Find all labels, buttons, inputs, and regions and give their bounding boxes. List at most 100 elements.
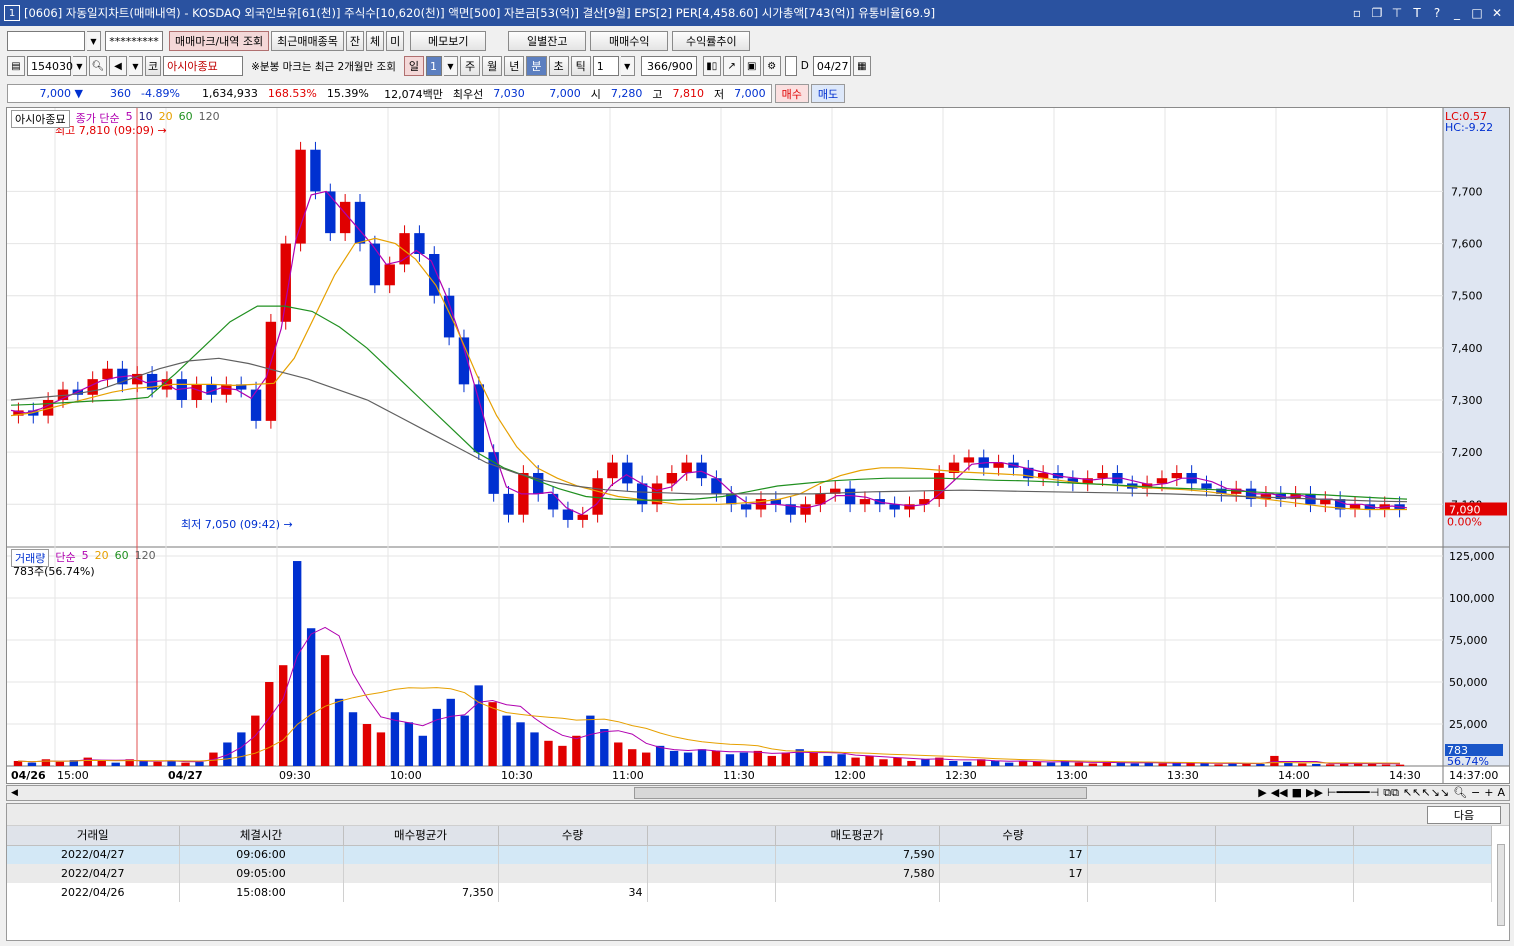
day-value-input[interactable]: 1 xyxy=(426,56,442,76)
executed-button[interactable]: 체 xyxy=(366,31,385,51)
table-row[interactable]: 2022/04/26 15:08:00 7,350 34 xyxy=(7,883,1492,902)
col-buy-qty[interactable]: 수량 xyxy=(498,826,648,846)
col-sell-avg[interactable]: 매도평균가 xyxy=(775,826,940,846)
memo-view-button[interactable]: 메모보기 xyxy=(410,31,487,51)
scrollbar-thumb[interactable] xyxy=(634,787,1087,799)
price-tick-label: 7,500 xyxy=(1451,290,1483,303)
chart-tool-icon[interactable]: ↗ xyxy=(722,56,741,76)
candle-body xyxy=(325,191,336,234)
scroll-right-icon[interactable]: ▶ xyxy=(1258,786,1266,800)
trade-mark-query-button[interactable]: 매매마크/내역 조회 xyxy=(169,31,270,51)
table-row[interactable]: 2022/04/27 09:06:00 7,590 17 xyxy=(7,845,1492,864)
return-trend-button[interactable]: 수익률추이 xyxy=(672,31,751,51)
speaker-icon[interactable]: ◀ xyxy=(109,56,127,76)
close-icon[interactable]: ✕ xyxy=(1490,6,1504,20)
window-number-badge[interactable]: 1 xyxy=(4,5,20,21)
next-button[interactable]: 다음 xyxy=(1427,805,1501,824)
volume-bar xyxy=(167,760,176,766)
drawing-tools-icon[interactable]: ↖↖↖↘↘ xyxy=(1403,786,1449,800)
period-month-tab[interactable]: 월 xyxy=(482,56,503,76)
period-day-tab[interactable]: 일 xyxy=(403,56,424,76)
volume-bar xyxy=(558,745,567,766)
col-buy-avg[interactable]: 매수평균가 xyxy=(343,826,499,846)
table-header-row: 거래일 체결시간 매수평균가 수량 매도평균가 수량 xyxy=(7,826,1492,846)
chart-area[interactable]: 7,1007,2007,3007,4007,5007,6007,70025,00… xyxy=(6,107,1510,784)
high-label: 고 xyxy=(652,87,663,101)
col-trade-date[interactable]: 거래일 xyxy=(7,826,180,846)
buy-button[interactable]: 매수 xyxy=(774,84,809,103)
col-sell-qty[interactable]: 수량 xyxy=(939,826,1088,846)
volume-bar xyxy=(907,760,916,766)
account-input[interactable] xyxy=(7,31,85,51)
recent-trade-stocks-button[interactable]: 최근매매종목 xyxy=(271,31,344,51)
cell-blank xyxy=(1215,883,1354,902)
text-icon[interactable]: T xyxy=(1410,6,1424,20)
date-input[interactable]: 04/27 xyxy=(812,56,851,76)
pin-icon[interactable]: ⊤ xyxy=(1390,6,1404,20)
calendar-icon[interactable]: ▦ xyxy=(852,56,871,76)
range-slider-icon[interactable]: ⊢━━━━━⊣ xyxy=(1327,786,1379,800)
speaker-dropdown-icon[interactable]: ▼ xyxy=(129,56,143,76)
zoom-icon[interactable]: 🔍︎ xyxy=(1453,786,1467,800)
stock-code-input[interactable]: 154030 xyxy=(27,56,73,76)
price-tick-label: 7,700 xyxy=(1451,185,1483,198)
sell-button[interactable]: 매도 xyxy=(810,84,846,103)
period-year-tab[interactable]: 년 xyxy=(504,56,525,76)
restore-group-icon[interactable]: ❐ xyxy=(1370,6,1384,20)
trade-profit-button[interactable]: 매매수익 xyxy=(590,31,669,51)
minute-value-input[interactable]: 1 xyxy=(592,56,619,76)
save-icon[interactable]: ▣ xyxy=(742,56,761,76)
time-tick-label: 13:30 xyxy=(1167,769,1199,782)
help-icon[interactable]: ? xyxy=(1430,6,1444,20)
volume-bar xyxy=(865,755,874,766)
price-legend-name[interactable]: 아시아종묘 xyxy=(11,110,70,128)
volume-bar xyxy=(1298,763,1307,766)
settings-gear-icon[interactable]: ⚙ xyxy=(762,56,781,76)
stock-search-icon[interactable]: ▤ xyxy=(7,56,25,76)
balance-button[interactable]: 잔 xyxy=(345,31,365,51)
cell-blank xyxy=(647,864,776,883)
password-input[interactable]: ********* xyxy=(105,31,163,51)
link-icon[interactable]: ▫ xyxy=(1350,6,1364,20)
chart-scrollbar[interactable]: ◀ ▶ ◀◀ ■ ▶▶ ⊢━━━━━⊣ ⧉⧉ ↖↖↖↘↘ 🔍︎ − + A xyxy=(6,785,1510,801)
rewind-icon[interactable]: ◀◀ xyxy=(1271,786,1288,800)
stop-icon[interactable]: ■ xyxy=(1292,786,1302,800)
candle-type-icon[interactable]: ▮▯ xyxy=(702,56,721,76)
day-dropdown-icon[interactable]: ▼ xyxy=(444,56,458,76)
daily-balance-button[interactable]: 일별잔고 xyxy=(508,31,587,51)
code-dropdown-icon[interactable]: ▼ xyxy=(73,56,87,76)
unexecuted-button[interactable]: 미 xyxy=(386,31,405,51)
volume-bar xyxy=(753,750,763,766)
chart-canvas[interactable]: 7,1007,2007,3007,4007,5007,6007,70025,00… xyxy=(7,108,1509,783)
last-volume-pct-label: 56.74% xyxy=(1447,755,1489,768)
table-row[interactable]: 2022/04/27 09:05:00 7,580 17 xyxy=(7,864,1492,883)
account-dropdown-icon[interactable]: ▼ xyxy=(87,31,101,51)
period-minute-tab[interactable]: 분 xyxy=(526,56,547,76)
minute-dropdown-icon[interactable]: ▼ xyxy=(620,56,635,76)
zoom-in-icon[interactable]: + xyxy=(1484,786,1493,800)
font-size-icon[interactable]: A xyxy=(1497,786,1505,800)
magnifier-icon[interactable]: 🔍︎ xyxy=(89,56,107,76)
volume-bar xyxy=(83,757,92,766)
count-field[interactable]: 366/900 xyxy=(640,56,697,76)
maximize-icon[interactable]: □ xyxy=(1470,6,1484,20)
period-week-tab[interactable]: 주 xyxy=(460,56,481,76)
period-second-tab[interactable]: 초 xyxy=(548,56,569,76)
volume-bar xyxy=(139,760,148,766)
forward-icon[interactable]: ▶▶ xyxy=(1306,786,1323,800)
candle-body xyxy=(265,321,277,421)
table-vertical-scrollbar[interactable] xyxy=(1497,844,1505,926)
zoom-out-icon[interactable]: − xyxy=(1471,786,1480,800)
volume-bar xyxy=(809,752,818,766)
tool-set-icon[interactable]: ⧉⧉ xyxy=(1383,786,1399,800)
volume-bar xyxy=(1158,763,1167,766)
scroll-left-icon[interactable]: ◀ xyxy=(11,788,18,798)
volume-bar xyxy=(320,655,330,766)
date-checkbox[interactable] xyxy=(784,56,797,76)
col-exec-time[interactable]: 체결시간 xyxy=(179,826,344,846)
minimize-icon[interactable]: _ xyxy=(1450,6,1464,20)
volume-bar xyxy=(502,715,511,766)
volume-bar xyxy=(376,732,386,766)
period-tick-tab[interactable]: 틱 xyxy=(570,56,591,76)
volume-bar xyxy=(1200,763,1209,766)
